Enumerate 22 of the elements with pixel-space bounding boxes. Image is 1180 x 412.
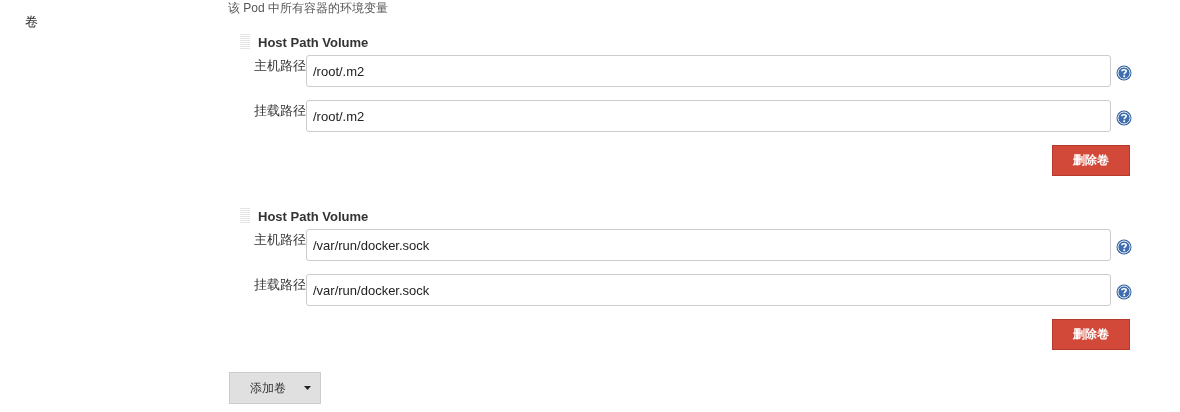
input-field[interactable]: /root/.m2: [306, 55, 1111, 87]
add-button[interactable]: 添加卷: [229, 372, 321, 404]
field-label: 主机路径: [253, 57, 306, 75]
caret-icon: [304, 386, 311, 390]
help-icon[interactable]: [1116, 284, 1132, 300]
drag-handle-icon[interactable]: [240, 208, 251, 224]
field-label: 主机路径: [253, 231, 306, 249]
field-label: 挂载路径: [253, 276, 306, 294]
delete-button[interactable]: 删除卷: [1052, 145, 1130, 176]
input-field[interactable]: /var/run/docker.sock: [306, 274, 1111, 306]
help-icon[interactable]: [1116, 110, 1132, 126]
description-text: 该 Pod 中所有容器的环境变量: [228, 1, 389, 16]
section-label: 卷: [25, 14, 38, 29]
drag-handle-icon[interactable]: [240, 34, 251, 50]
input-field[interactable]: /var/run/docker.sock: [306, 229, 1111, 261]
delete-button[interactable]: 删除卷: [1052, 319, 1130, 350]
volume-title: Host Path Volume: [258, 34, 369, 50]
help-icon[interactable]: [1116, 65, 1132, 81]
volume-title: Host Path Volume: [258, 208, 369, 224]
field-label: 挂载路径: [253, 102, 306, 120]
help-icon[interactable]: [1116, 239, 1132, 255]
input-field[interactable]: /root/.m2: [306, 100, 1111, 132]
